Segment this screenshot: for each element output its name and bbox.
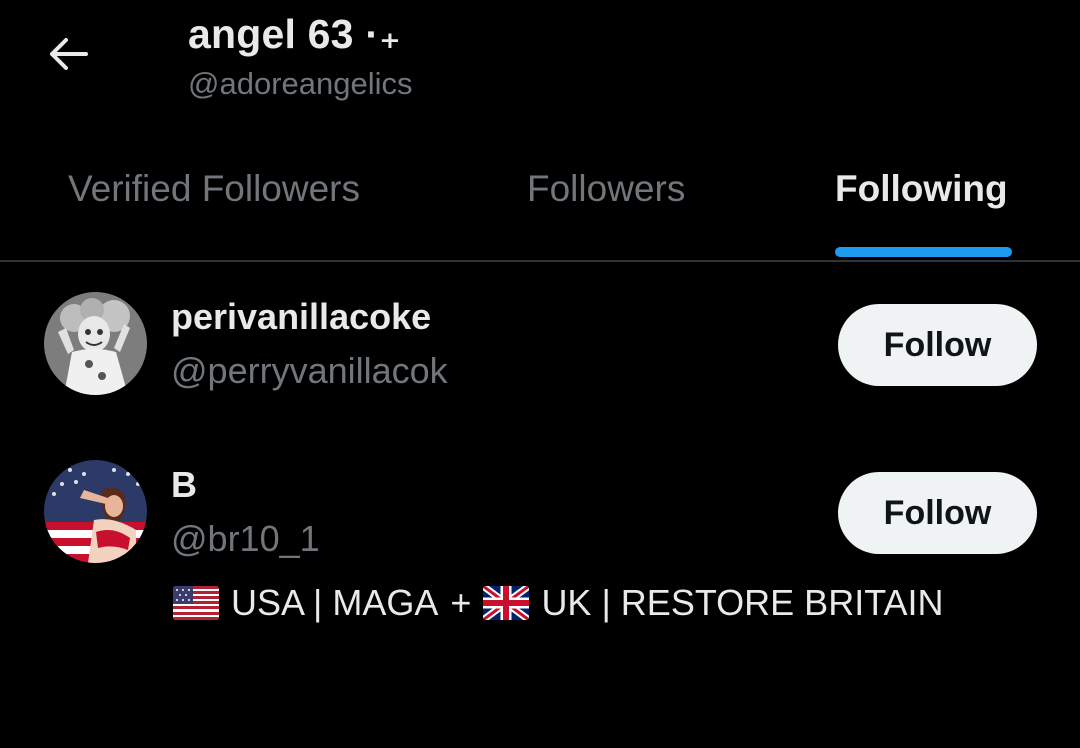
bio-part-2: UK | RESTORE BRITAIN [541, 582, 944, 623]
back-button[interactable] [40, 28, 96, 84]
clown-avatar-icon [44, 292, 147, 395]
user-display-name: perivanillacoke [171, 296, 432, 337]
page-title: angel 63 ·₊ [188, 11, 401, 57]
active-tab-indicator [835, 247, 1012, 257]
user-display-name: B [171, 464, 197, 505]
user-handle: @perryvanillacok [171, 350, 448, 391]
divider [0, 260, 1080, 262]
tab-verified-followers[interactable]: Verified Followers [68, 168, 360, 210]
list-item[interactable]: perivanillacoke @perryvanillacok Follow [0, 290, 1080, 420]
bio-part-1: USA | MAGA [231, 582, 439, 623]
us-flag-icon [173, 586, 219, 620]
user-bio: USA | MAGA + UK | RESTORE BRITAIN [173, 582, 944, 624]
flag-salute-avatar-icon [44, 460, 147, 563]
avatar[interactable] [44, 292, 147, 395]
uk-flag-icon [483, 586, 530, 620]
list-item[interactable]: B @br10_1 Follow USA | MAGA + UK | RESTO… [0, 458, 1080, 638]
avatar[interactable] [44, 460, 147, 563]
bio-plus: + [450, 582, 472, 623]
tab-bar: Verified Followers Followers Following [0, 150, 1080, 261]
follow-button[interactable]: Follow [838, 472, 1037, 554]
page-handle: @adoreangelics [188, 66, 413, 101]
tab-followers[interactable]: Followers [527, 168, 685, 210]
arrow-left-icon [46, 32, 90, 81]
follow-button[interactable]: Follow [838, 304, 1037, 386]
tab-following[interactable]: Following [835, 168, 1008, 210]
user-handle: @br10_1 [171, 518, 320, 559]
following-page: angel 63 ·₊ @adoreangelics Verified Foll… [0, 0, 1080, 748]
